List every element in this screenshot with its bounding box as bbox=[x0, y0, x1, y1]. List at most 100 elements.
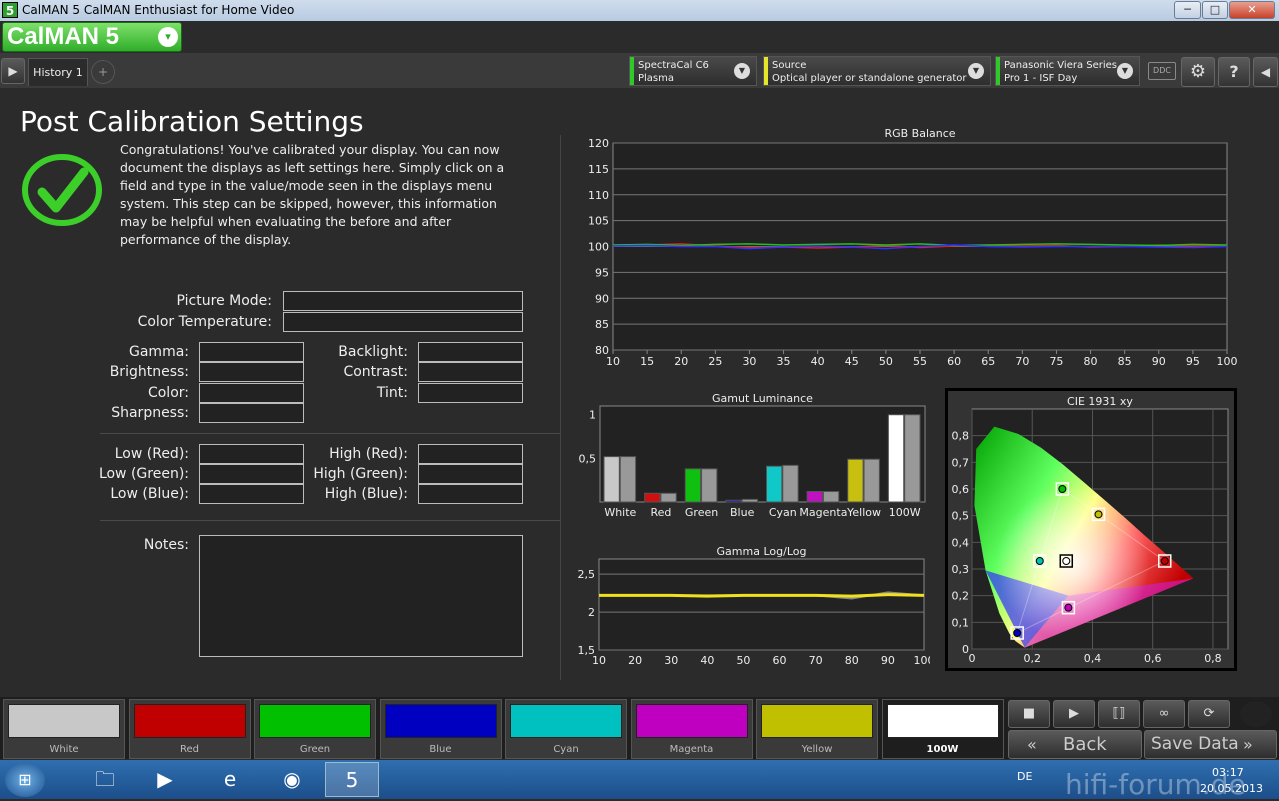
x-tick-label: 60 bbox=[773, 654, 787, 667]
internet-explorer-icon[interactable]: e bbox=[203, 762, 257, 797]
swatch-color bbox=[384, 704, 497, 738]
maximize-button[interactable]: □ bbox=[1202, 1, 1228, 19]
swatch-cyan[interactable]: Cyan bbox=[505, 699, 627, 759]
high-red-field[interactable] bbox=[418, 444, 523, 464]
x-tick-label: 0 bbox=[969, 652, 976, 665]
color-temperature-label: Color Temperature: bbox=[137, 314, 272, 330]
device-mode: Optical player or standalone generator bbox=[772, 73, 967, 84]
language-indicator[interactable]: DE bbox=[1017, 770, 1032, 783]
media-player-icon[interactable]: ▶ bbox=[138, 762, 192, 797]
device-display[interactable]: Panasonic Viera Series Pro 1 - ISF Day ▼ bbox=[995, 56, 1140, 86]
swatch-white[interactable]: White bbox=[3, 699, 125, 759]
x-tick-label: Cyan bbox=[769, 506, 797, 519]
swatch-blue[interactable]: Blue bbox=[379, 699, 502, 759]
bar-target bbox=[619, 456, 637, 503]
chevron-down-icon[interactable]: ▾ bbox=[158, 27, 178, 47]
measured-point bbox=[1094, 510, 1103, 519]
y-tick-label: 1 bbox=[589, 409, 596, 422]
clock-time: 03:17 bbox=[1212, 766, 1244, 779]
explorer-icon[interactable]: 🗀 bbox=[78, 762, 132, 797]
x-tick-label: 10 bbox=[606, 355, 620, 368]
close-button[interactable]: ✕ bbox=[1229, 1, 1275, 19]
chevron-down-icon[interactable]: ▼ bbox=[968, 63, 984, 79]
x-tick-label: Red bbox=[650, 506, 671, 519]
x-tick-label: 55 bbox=[913, 355, 927, 368]
color-temperature-field[interactable] bbox=[283, 312, 523, 332]
calman-logo[interactable]: CalMAN 5 bbox=[2, 22, 182, 52]
clock-date: 20.05.2013 bbox=[1200, 782, 1263, 795]
ddc-button[interactable]: DDC bbox=[1148, 62, 1176, 80]
chrome-icon[interactable]: ◉ bbox=[265, 762, 319, 797]
play-icon[interactable]: ▶ bbox=[1053, 700, 1095, 728]
add-tab-button[interactable]: + bbox=[91, 60, 115, 84]
notes-textarea[interactable] bbox=[199, 535, 523, 657]
y-tick-label: 0,3 bbox=[952, 563, 970, 576]
y-tick-label: 0,4 bbox=[952, 536, 970, 549]
save-data-button[interactable]: Save Data » bbox=[1144, 730, 1277, 759]
sharpness-field[interactable] bbox=[199, 403, 304, 423]
contrast-field[interactable] bbox=[418, 362, 523, 382]
swatch-red[interactable]: Red bbox=[128, 699, 251, 759]
stop-icon[interactable]: ■ bbox=[1008, 700, 1050, 728]
calman-taskbar-icon[interactable]: 5 bbox=[325, 762, 379, 797]
x-tick-label: 50 bbox=[736, 654, 750, 667]
help-button[interactable]: ? bbox=[1218, 57, 1250, 87]
swatch-green[interactable]: Green bbox=[254, 699, 376, 759]
high-blue-label: High (Blue): bbox=[324, 486, 408, 502]
chart-title: Gamut Luminance bbox=[712, 392, 813, 405]
back-button[interactable]: « Back bbox=[1008, 730, 1142, 759]
device-source[interactable]: Source Optical player or standalone gene… bbox=[763, 56, 991, 86]
minimize-button[interactable]: ─ bbox=[1174, 1, 1201, 19]
high-green-field[interactable] bbox=[418, 464, 523, 484]
collapse-icon[interactable]: ◀ bbox=[1253, 57, 1278, 87]
bar-target bbox=[904, 414, 921, 503]
swatch-100w[interactable]: 100W bbox=[881, 699, 1004, 759]
gear-icon[interactable]: ⚙ bbox=[1181, 57, 1215, 87]
chart-title: RGB Balance bbox=[884, 127, 955, 140]
chart-title: CIE 1931 xy bbox=[1067, 395, 1133, 408]
y-tick-label: 90 bbox=[595, 292, 609, 305]
y-tick-label: 95 bbox=[595, 266, 609, 279]
y-tick-label: 85 bbox=[595, 318, 609, 331]
intro-text: Congratulations! You've calibrated your … bbox=[120, 142, 505, 247]
chart-title: Gamma Log/Log bbox=[717, 545, 807, 558]
swatch-magenta[interactable]: Magenta bbox=[630, 699, 753, 759]
start-button[interactable]: ⊞ bbox=[5, 763, 45, 797]
refresh-icon[interactable]: ⟳ bbox=[1188, 700, 1230, 728]
x-tick-label: 0,2 bbox=[1023, 652, 1041, 665]
gamma-label: Gamma: bbox=[129, 344, 189, 360]
picture-mode-field[interactable] bbox=[283, 291, 523, 311]
tint-field[interactable] bbox=[418, 383, 523, 403]
x-tick-label: 45 bbox=[845, 355, 859, 368]
y-tick-label: 0,2 bbox=[952, 590, 970, 603]
loop-icon[interactable]: ∞ bbox=[1143, 700, 1185, 728]
x-tick-label: 80 bbox=[845, 654, 859, 667]
x-tick-label: White bbox=[604, 506, 636, 519]
swatch-color bbox=[761, 704, 873, 738]
step-icon[interactable]: ⟦⟧ bbox=[1098, 700, 1140, 728]
chevron-down-icon[interactable]: ▼ bbox=[734, 63, 750, 79]
checkmark-icon bbox=[22, 154, 102, 226]
play-icon[interactable]: ▶ bbox=[1, 58, 25, 84]
sharpness-label: Sharpness: bbox=[111, 405, 189, 421]
x-tick-label: 35 bbox=[777, 355, 791, 368]
device-meter[interactable]: SpectraCal C6 Plasma ▼ bbox=[629, 56, 757, 86]
tab-history[interactable]: History 1 bbox=[28, 58, 88, 86]
x-tick-label: 25 bbox=[708, 355, 722, 368]
brightness-label: Brightness: bbox=[109, 364, 189, 380]
high-blue-field[interactable] bbox=[418, 484, 523, 504]
swatch-label: Blue bbox=[429, 744, 452, 755]
page-title: Post Calibration Settings bbox=[20, 105, 364, 138]
bar-target bbox=[701, 468, 718, 503]
swatch-color bbox=[635, 704, 748, 738]
x-tick-label: 100W bbox=[889, 506, 921, 519]
y-tick-label: 0,7 bbox=[952, 456, 970, 469]
y-tick-label: 0,8 bbox=[952, 430, 970, 443]
status-bar bbox=[764, 57, 768, 85]
x-tick-label: 20 bbox=[674, 355, 688, 368]
chevron-down-icon[interactable]: ▼ bbox=[1117, 63, 1133, 79]
x-tick-label: 20 bbox=[628, 654, 642, 667]
swatch-color bbox=[886, 704, 999, 738]
swatch-yellow[interactable]: Yellow bbox=[756, 699, 878, 759]
backlight-field[interactable] bbox=[418, 342, 523, 362]
